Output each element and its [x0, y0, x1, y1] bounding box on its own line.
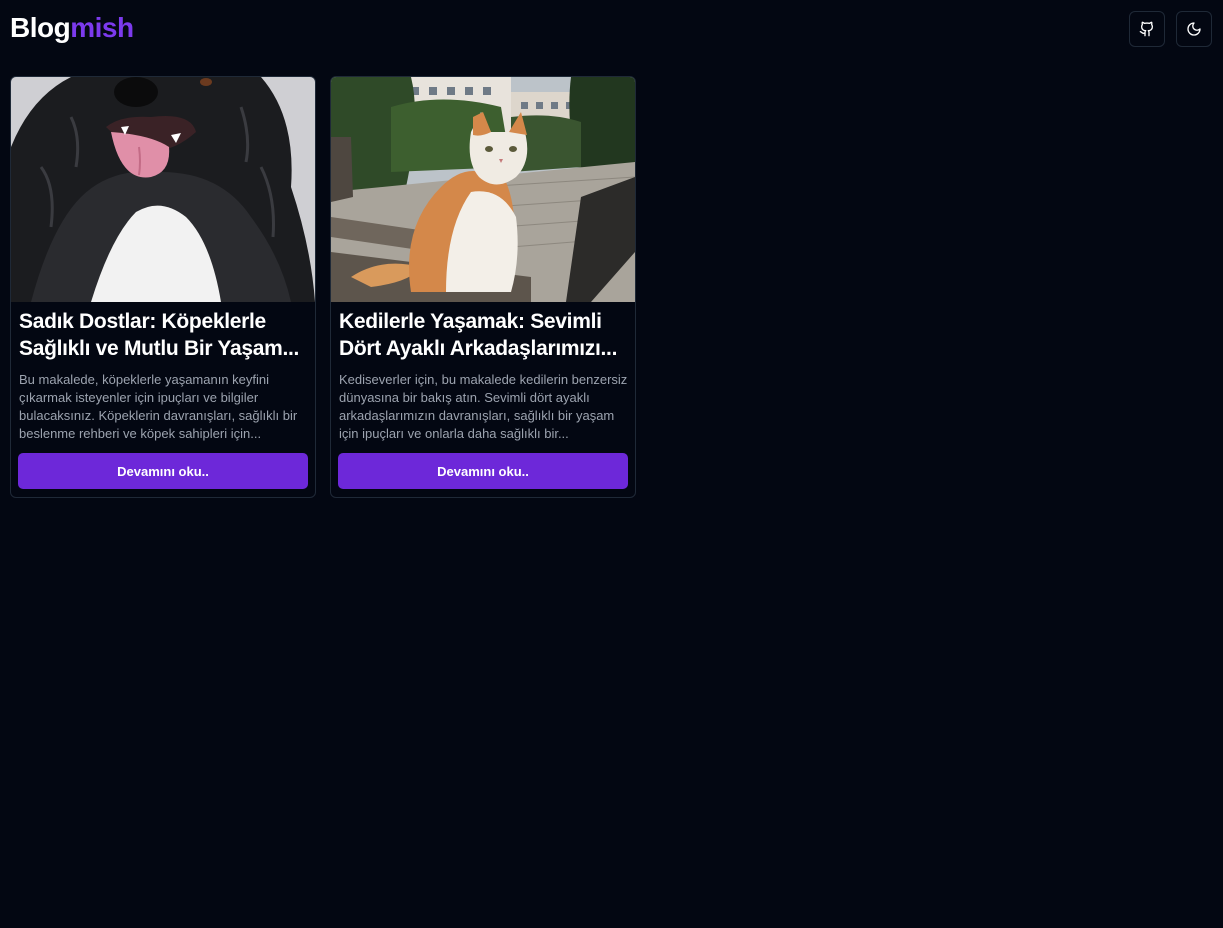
moon-icon — [1187, 22, 1201, 36]
github-icon — [1139, 21, 1154, 37]
post-image-dog[interactable] — [11, 77, 315, 302]
read-more-button[interactable]: Devamını oku.. — [338, 453, 628, 489]
post-image-cat[interactable] — [331, 77, 635, 302]
post-card: Sadık Dostlar: Köpeklerle Sağlıklı ve Mu… — [10, 76, 316, 498]
post-title[interactable]: Kedilerle Yaşamak: Sevimli Dört Ayaklı A… — [339, 308, 629, 362]
cat-photo-image — [331, 77, 635, 302]
logo-text-mish: mish — [70, 12, 134, 43]
site-logo[interactable]: Blogmish — [10, 12, 134, 44]
theme-toggle-button[interactable] — [1176, 11, 1212, 47]
post-description: Kediseverler için, bu makalede kedilerin… — [339, 372, 628, 441]
read-more-button[interactable]: Devamını oku.. — [18, 453, 308, 489]
post-description: Bu makalede, köpeklerle yaşamanın keyfin… — [19, 372, 298, 441]
dog-photo-image — [11, 77, 315, 302]
logo-text-blog: Blog — [10, 12, 71, 43]
github-button[interactable] — [1129, 11, 1165, 47]
post-card: Kedilerle Yaşamak: Sevimli Dört Ayaklı A… — [330, 76, 636, 498]
site-header: Blogmish — [0, 0, 1223, 58]
post-title[interactable]: Sadık Dostlar: Köpeklerle Sağlıklı ve Mu… — [19, 308, 309, 362]
